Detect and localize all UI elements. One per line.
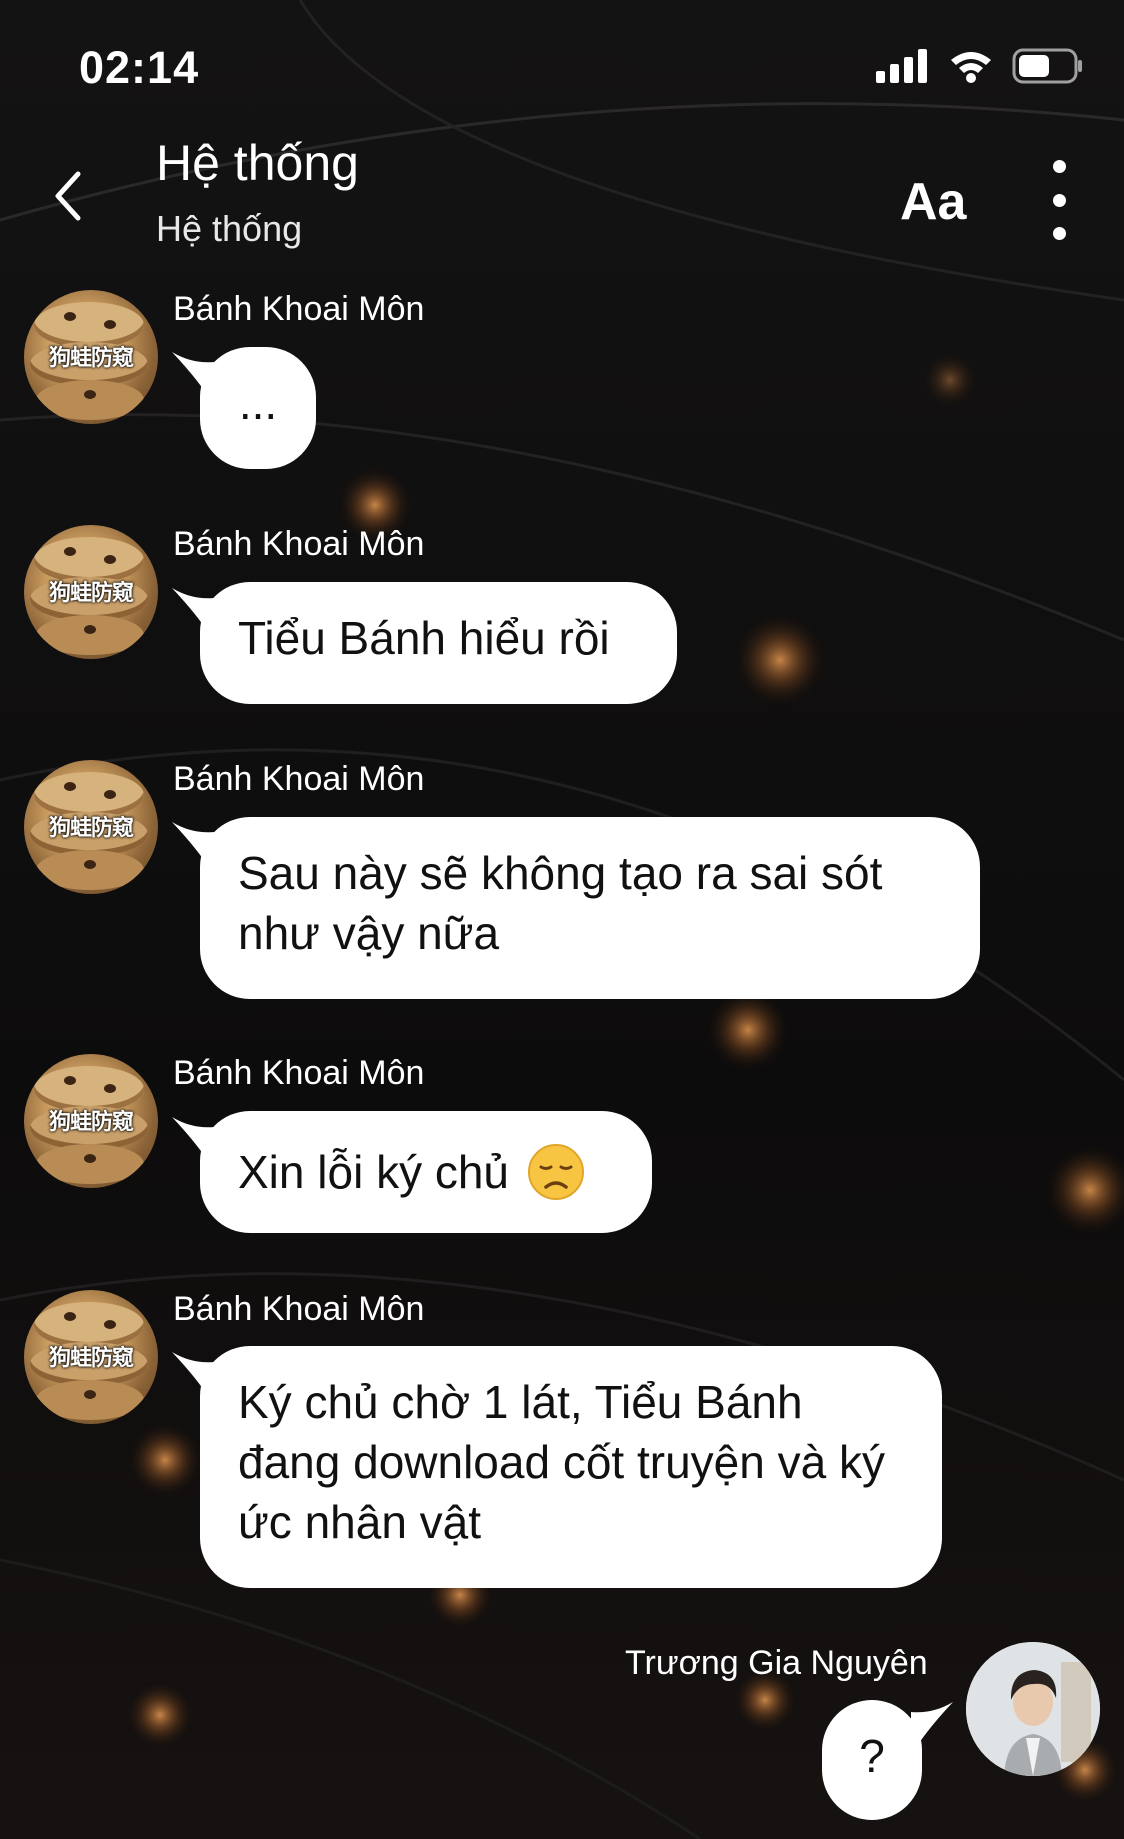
sender-name: Bánh Khoai Môn xyxy=(173,1054,425,1092)
avatar[interactable] xyxy=(966,1642,1100,1776)
message-bubble[interactable]: Xin lỗi ký chủ xyxy=(200,1111,652,1233)
disappointed-face-icon xyxy=(528,1144,585,1200)
wifi-icon xyxy=(951,52,991,83)
avatar[interactable]: 狗蛙防窥 xyxy=(24,1054,158,1188)
avatar-watermark: 狗蛙防窥 xyxy=(48,1346,134,1371)
battery-icon xyxy=(1012,48,1082,84)
chevron-left-icon xyxy=(55,171,81,221)
signal-icon xyxy=(876,49,927,83)
sender-name: Bánh Khoai Môn xyxy=(173,290,425,328)
more-options-button[interactable] xyxy=(1040,160,1078,240)
sender-name: Bánh Khoai Môn xyxy=(173,760,425,798)
avatar[interactable]: 狗蛙防窥 xyxy=(24,525,158,659)
font-size-button[interactable]: Aa xyxy=(900,172,966,232)
status-time: 02:14 xyxy=(79,42,200,93)
avatar-watermark: 狗蛙防窥 xyxy=(48,816,134,841)
message-text: Xin lỗi ký chủ xyxy=(238,1146,510,1198)
back-button[interactable] xyxy=(38,160,98,232)
message-bubble[interactable]: Sau này sẽ không tạo ra sai sót như vậy … xyxy=(200,817,980,999)
message-bubble[interactable]: ... xyxy=(200,347,316,469)
status-icons xyxy=(876,48,1084,84)
chat-subtitle: Hệ thống xyxy=(156,208,303,249)
avatar[interactable]: 狗蛙防窥 xyxy=(24,760,158,894)
sender-name: Bánh Khoai Môn xyxy=(173,525,425,563)
message-bubble[interactable]: Ký chủ chờ 1 lát, Tiểu Bánh đang downloa… xyxy=(200,1346,942,1588)
message-bubble[interactable]: ? xyxy=(822,1700,922,1820)
user-avatar-photo xyxy=(966,1642,1100,1776)
more-vertical-icon xyxy=(1052,160,1066,173)
avatar-watermark: 狗蛙防窥 xyxy=(48,1110,134,1135)
avatar-watermark: 狗蛙防窥 xyxy=(48,581,134,606)
chat-title: Hệ thống xyxy=(156,135,359,191)
message-bubble[interactable]: Tiểu Bánh hiểu rồi xyxy=(200,582,677,704)
avatar-watermark: 狗蛙防窥 xyxy=(48,346,134,371)
sender-name: Bánh Khoai Môn xyxy=(173,1290,425,1328)
avatar[interactable]: 狗蛙防窥 xyxy=(24,1290,158,1424)
sender-name: Trương Gia Nguyên xyxy=(625,1644,928,1682)
avatar[interactable]: 狗蛙防窥 xyxy=(24,290,158,424)
